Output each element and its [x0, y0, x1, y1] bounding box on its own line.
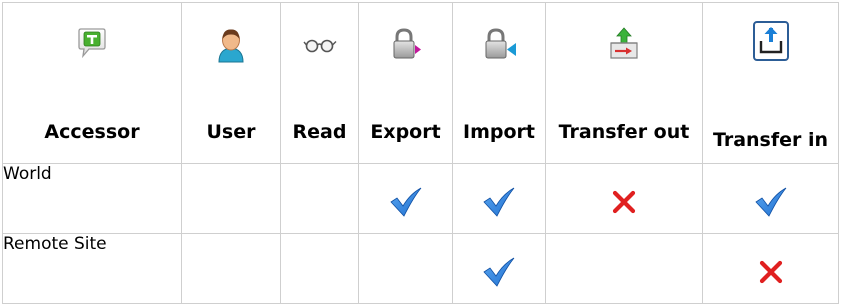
cell-read: [280, 233, 359, 304]
glasses-icon: [281, 27, 358, 61]
transfer-out-icon: [546, 27, 702, 61]
header-transfer-in: Transfer in: [702, 2, 839, 164]
cell-import: [452, 163, 546, 234]
accessor-cell: Remote Site: [2, 233, 182, 304]
checkmark-icon: [389, 187, 423, 221]
cell-user: [181, 163, 281, 234]
header-accessor-label: Accessor: [44, 121, 140, 143]
header-export: Export: [358, 2, 453, 164]
permissions-table: Accessor User Read Export Import Transfe…: [2, 2, 839, 304]
header-transfer-out-label: Transfer out: [558, 121, 690, 143]
cell-transfer-out: [545, 233, 703, 304]
user-icon: [182, 27, 280, 63]
cell-export: [358, 233, 453, 304]
header-transfer-in-label: Transfer in: [712, 129, 829, 151]
checkmark-icon: [754, 187, 788, 221]
cross-icon: [612, 190, 636, 218]
checkmark-icon: [482, 257, 516, 291]
cell-import: [452, 233, 546, 304]
header-transfer-out: Transfer out: [545, 2, 703, 164]
header-export-label: Export: [370, 121, 441, 143]
checkmark-icon: [482, 187, 516, 221]
lock-export-icon: [359, 27, 452, 61]
header-accessor: Accessor: [2, 2, 182, 164]
cell-transfer-out: [545, 163, 703, 234]
transfer-in-icon: [703, 21, 838, 61]
header-user-label: User: [206, 121, 256, 143]
header-row: Accessor User Read Export Import Transfe…: [2, 2, 839, 164]
speech-bubble-t-icon: [3, 27, 181, 61]
lock-import-icon: [453, 27, 545, 61]
header-read-label: Read: [292, 121, 347, 143]
cell-export: [358, 163, 453, 234]
header-import: Import: [452, 2, 546, 164]
cell-transfer-in: [702, 233, 839, 304]
cell-user: [181, 233, 281, 304]
table-row: World: [2, 163, 839, 234]
accessor-cell: World: [2, 163, 182, 234]
header-read: Read: [280, 2, 359, 164]
header-user: User: [181, 2, 281, 164]
cross-icon: [759, 260, 783, 288]
cell-read: [280, 163, 359, 234]
cell-transfer-in: [702, 163, 839, 234]
table-row: Remote Site: [2, 233, 839, 304]
header-import-label: Import: [463, 121, 535, 143]
